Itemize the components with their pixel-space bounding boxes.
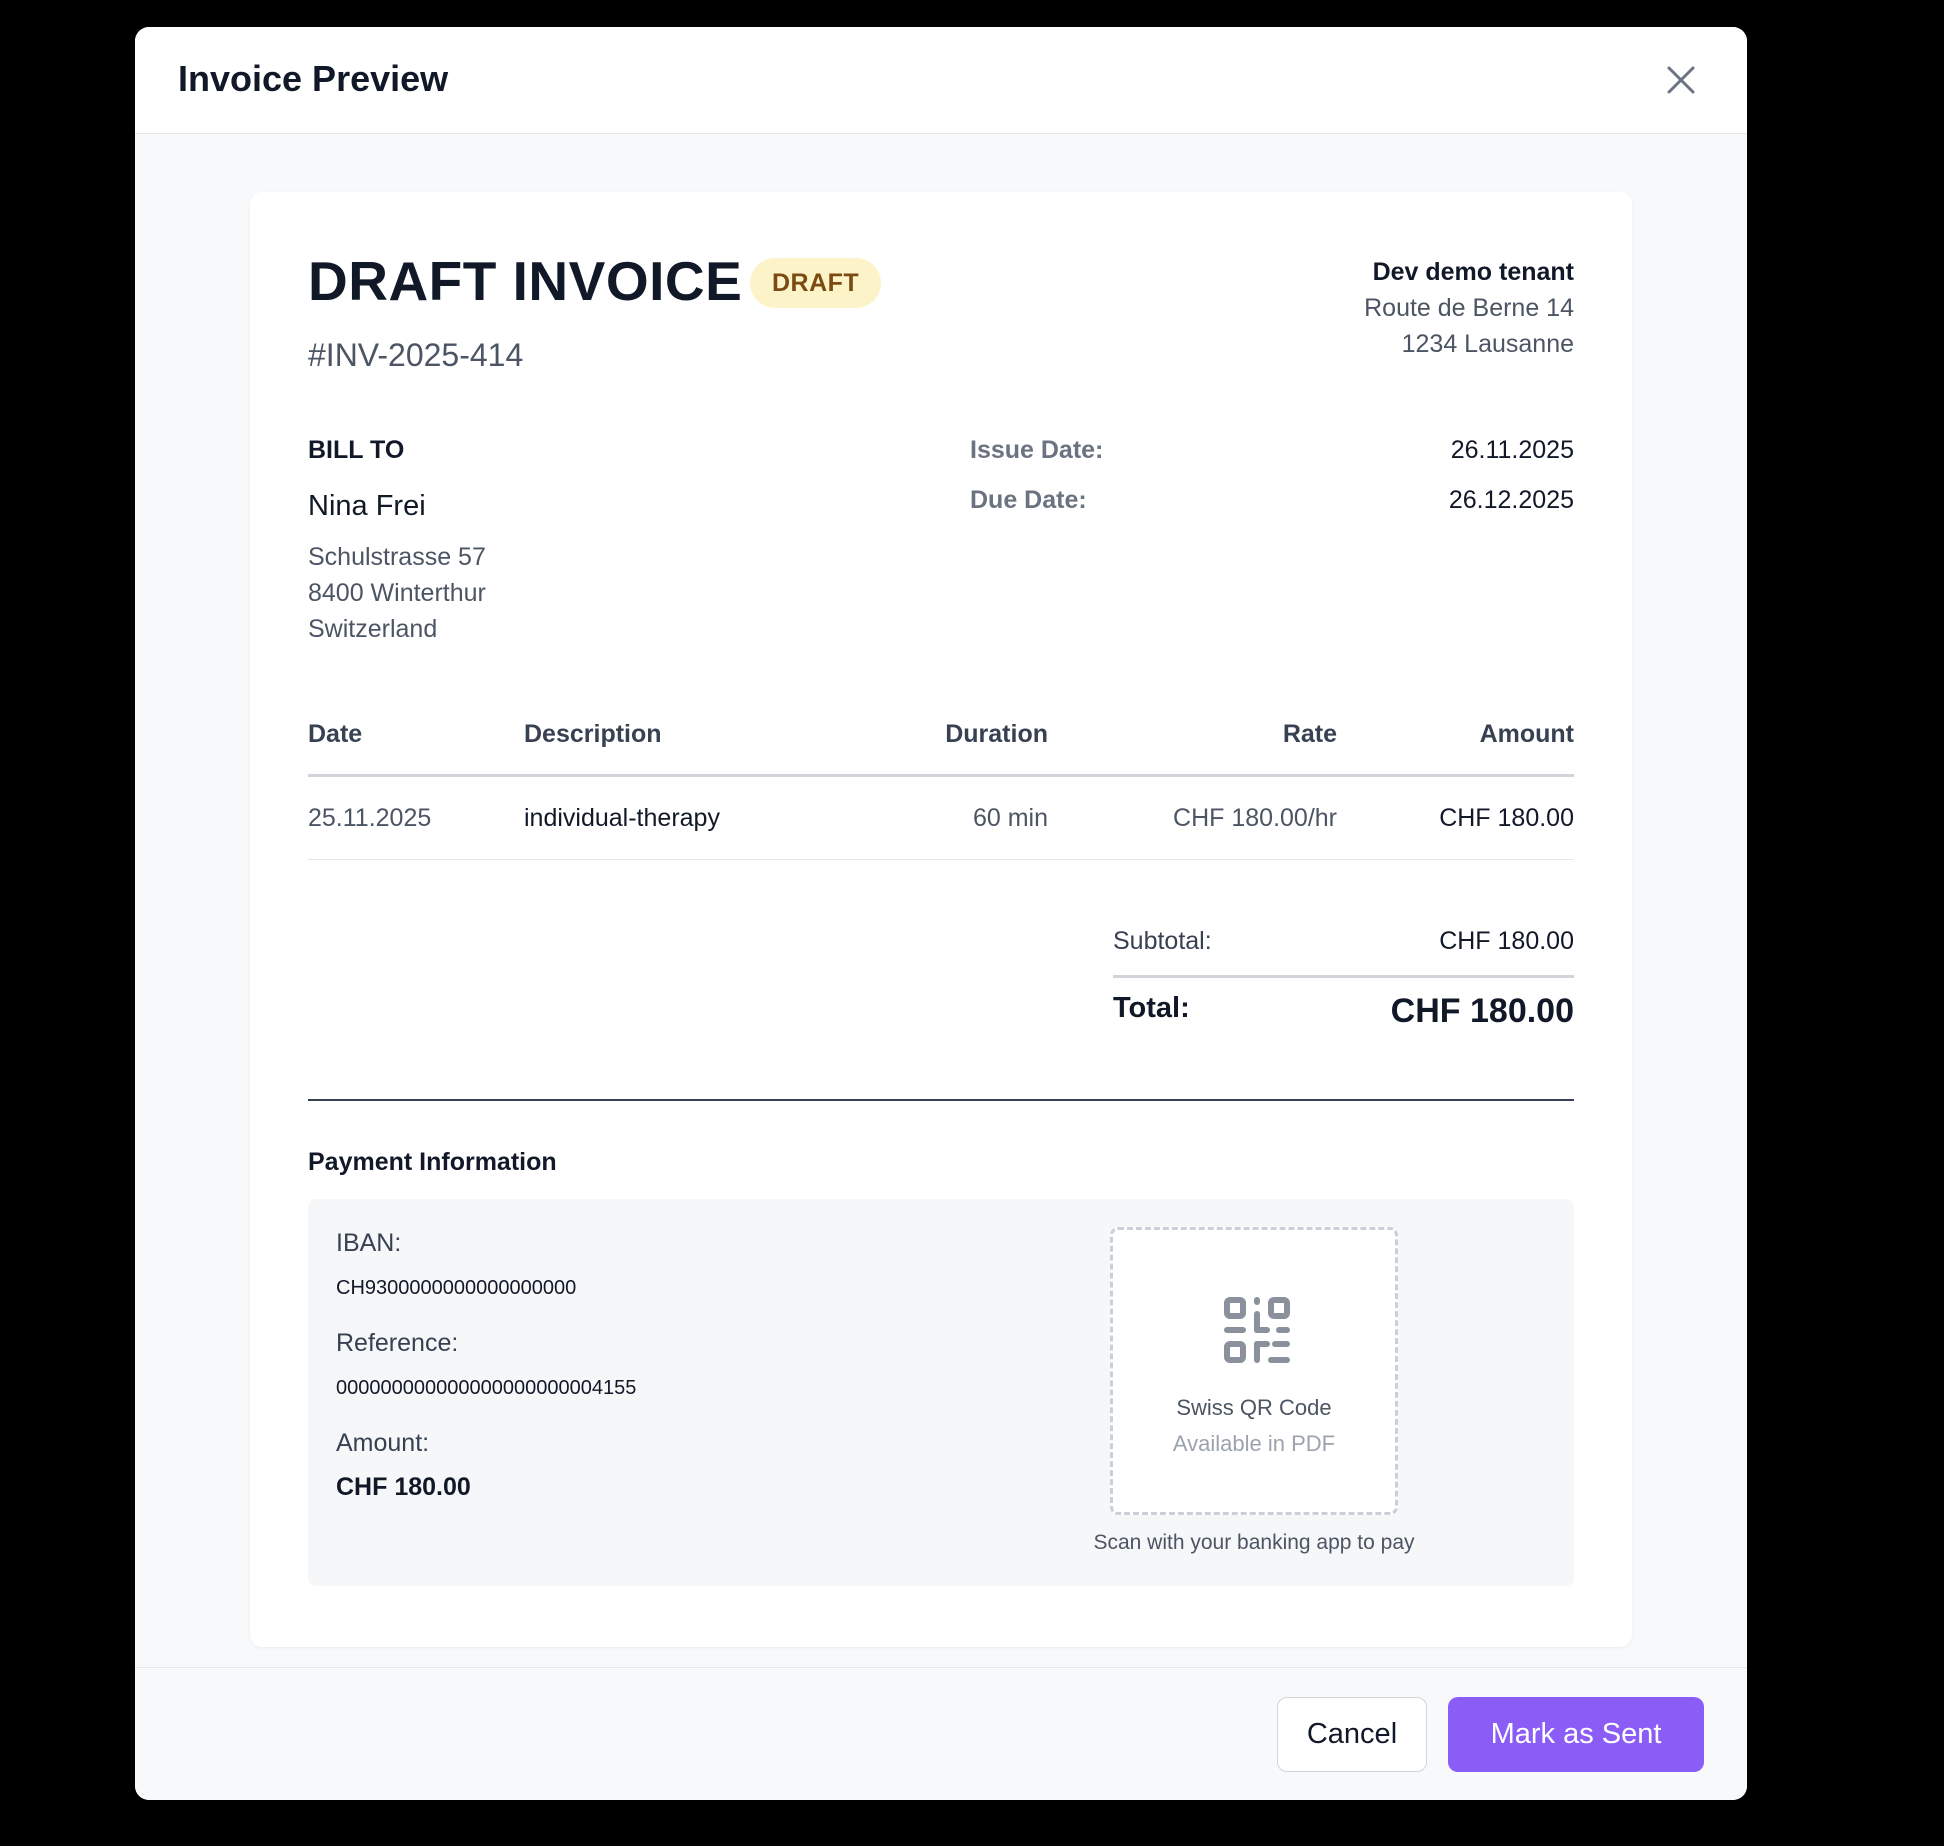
payment-info-box: IBAN: CH9300000000000000000 Reference: 0… [308,1199,1574,1586]
mark-as-sent-button[interactable]: Mark as Sent [1448,1697,1704,1772]
issue-date-label: Issue Date: [970,436,1104,464]
qr-code-placeholder: Swiss QR Code Available in PDF [1110,1227,1398,1515]
col-header-description: Description [524,720,662,748]
invoice-number: #INV-2025-414 [308,337,524,373]
payment-info-title: Payment Information [308,1148,557,1176]
reference-label: Reference: [336,1329,459,1357]
col-header-date: Date [308,720,363,748]
total-label: Total: [1113,992,1190,1024]
row-rate: CHF 180.00/hr [1173,804,1337,832]
cancel-button[interactable]: Cancel [1277,1697,1427,1772]
tenant-address: Dev demo tenant Route de Berne 14 1234 L… [1364,254,1574,362]
due-date-label: Due Date: [970,486,1087,514]
client-name: Nina Frei [308,490,426,522]
qr-subtitle: Available in PDF [1172,1431,1336,1456]
row-duration: 60 min [972,804,1048,832]
close-button[interactable] [1657,56,1705,104]
section-divider [308,1099,1574,1101]
tenant-city: 1234 Lausanne [1401,330,1574,358]
iban-value: CH9300000000000000000 [336,1277,577,1299]
row-description: individual-therapy [524,804,720,832]
total-value: CHF 180.00 [1390,992,1574,1030]
qr-code-icon [1224,1297,1290,1363]
invoice-title: DRAFT INVOICE [308,250,743,312]
table-row: 25.11.2025 individual-therapy 60 min CHF… [308,777,1574,860]
issue-date-value: 26.11.2025 [1450,436,1574,464]
qr-caption: Scan with your banking app to pay [1093,1531,1415,1554]
col-header-duration: Duration [945,720,1048,748]
qr-title: Swiss QR Code [1176,1395,1332,1420]
client-country: Switzerland [308,615,438,643]
client-city: 8400 Winterthur [308,579,486,607]
subtotal-label: Subtotal: [1113,927,1212,955]
invoice-preview-modal: Invoice Preview DRAFT INVOICE DRAFT #INV… [135,27,1747,1800]
modal-footer: Cancel Mark as Sent [135,1667,1747,1800]
summary-divider [1113,975,1574,978]
invoice-document: DRAFT INVOICE DRAFT #INV-2025-414 Dev de… [250,192,1632,1647]
iban-label: IBAN: [336,1229,402,1257]
subtotal-value: CHF 180.00 [1439,927,1574,955]
close-icon [1667,66,1695,94]
reference-value: 000000000000000000000004155 [336,1377,637,1399]
modal-title: Invoice Preview [178,58,449,99]
col-header-amount: Amount [1479,720,1574,748]
tenant-name: Dev demo tenant [1372,258,1574,286]
modal-header: Invoice Preview [135,27,1747,134]
amount-label: Amount: [336,1429,430,1457]
col-header-rate: Rate [1282,720,1337,748]
client-address: Schulstrasse 57 8400 Winterthur Switzerl… [308,539,486,647]
table-header: Date Description Duration Rate Amount [308,720,1574,777]
amount-value: CHF 180.00 [336,1473,471,1501]
bill-to-label: BILL TO [308,436,405,464]
client-street: Schulstrasse 57 [308,543,486,571]
row-amount: CHF 180.00 [1439,804,1574,832]
tenant-street: Route de Berne 14 [1364,294,1574,322]
due-date-value: 26.12.2025 [1448,486,1574,514]
status-badge: DRAFT [750,258,882,308]
row-date: 25.11.2025 [308,804,432,832]
line-items-table: Date Description Duration Rate Amount 25… [308,720,1574,860]
